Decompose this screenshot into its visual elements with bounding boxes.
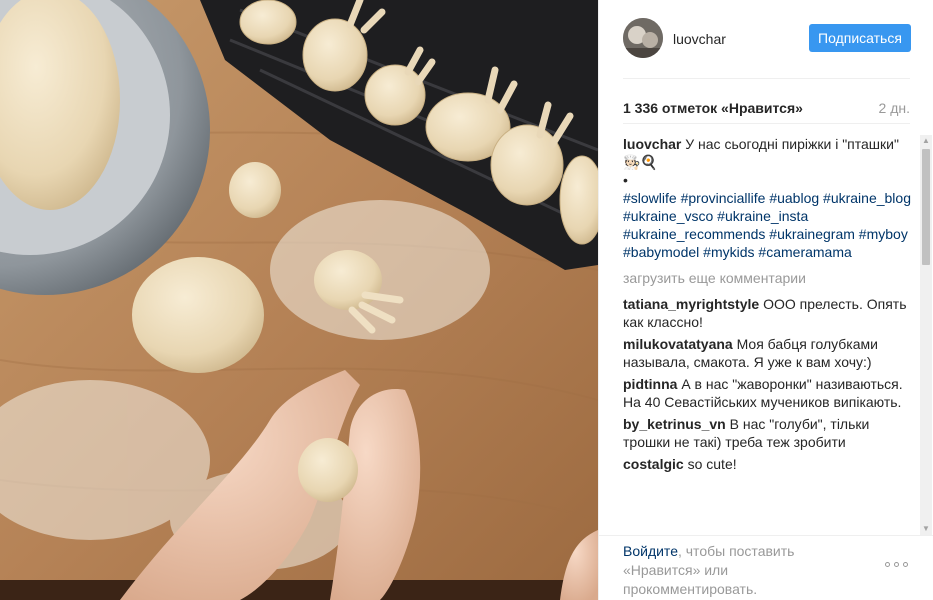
post-photo[interactable] [0, 0, 598, 600]
comment: tatiana_myrightstyle ООО прелесть. Опять… [623, 295, 913, 331]
comment-username-link[interactable]: costalgic [623, 456, 684, 472]
follow-button[interactable]: Подписаться [809, 24, 911, 52]
caption-username-link[interactable]: luovchar [623, 136, 681, 152]
comment-username-link[interactable]: by_ketrinus_vn [623, 416, 726, 432]
likes-count[interactable]: 1 336 отметок «Нравится» [623, 100, 803, 116]
hashtag-link[interactable]: #provinciallife [681, 190, 766, 206]
hashtag-link[interactable]: #cameramama [758, 244, 851, 260]
scroll-thumb[interactable] [922, 149, 930, 265]
photo-illustration [0, 0, 598, 600]
dot [885, 561, 890, 567]
caption-bullet: • [623, 172, 628, 188]
comment-username-link[interactable]: milukovatatyana [623, 336, 733, 352]
load-more-comments-link[interactable]: загрузить еще комментарии [623, 269, 913, 287]
hashtag-link[interactable]: #myboy [859, 226, 908, 242]
post-footer: Войдите, чтобы поставить «Нравится» или … [599, 535, 933, 600]
dot [894, 561, 899, 567]
hashtag-link[interactable]: #slowlife [623, 190, 677, 206]
comment: pidtinna А в нас "жаворонки" називаються… [623, 375, 913, 411]
likes-row: 1 336 отметок «Нравится» 2 дн. [623, 98, 910, 120]
comments-scrollbar[interactable]: ▲ ▼ [920, 135, 932, 535]
hashtag-link[interactable]: #ukraine_insta [717, 208, 808, 224]
comment-username-link[interactable]: tatiana_myrightstyle [623, 296, 759, 312]
avatar[interactable] [623, 18, 663, 58]
post-time[interactable]: 2 дн. [879, 100, 910, 116]
comment-username-link[interactable]: pidtinna [623, 376, 677, 392]
comment: milukovatatyana Моя бабця голубками назы… [623, 335, 913, 371]
caption-hashtags: #slowlife #provinciallife #uablog #ukrai… [623, 189, 913, 261]
hashtag-link[interactable]: #mykids [703, 244, 754, 260]
ellipsis-icon[interactable] [885, 558, 911, 570]
hashtag-link[interactable]: #ukrainegram [769, 226, 855, 242]
comments-list[interactable]: luovchar У нас сьогодні пиріжки і "пташк… [623, 135, 913, 535]
login-prompt: Войдите, чтобы поставить «Нравится» или … [623, 542, 853, 599]
avatar-image [623, 18, 663, 58]
scroll-up-icon[interactable]: ▲ [920, 135, 932, 147]
divider [623, 123, 910, 124]
post-header: luovchar Подписаться [599, 0, 933, 78]
comment-text: so cute! [687, 456, 737, 472]
hashtag-link[interactable]: #ukraine_recommends [623, 226, 765, 242]
comment: costalgic so cute! [623, 455, 913, 473]
hashtag-link[interactable]: #babymodel [623, 244, 699, 260]
instagram-post: luovchar Подписаться 1 336 отметок «Нрав… [0, 0, 933, 600]
scroll-down-icon[interactable]: ▼ [920, 523, 932, 535]
hashtag-link[interactable]: #ukraine_vsco [623, 208, 713, 224]
hashtag-link[interactable]: #uablog [769, 190, 819, 206]
login-link[interactable]: Войдите [623, 543, 678, 559]
comment: by_ketrinus_vn В нас "голуби", тільки тр… [623, 415, 913, 451]
header-username-link[interactable]: luovchar [673, 31, 726, 47]
dot [903, 561, 908, 567]
post-sidebar: luovchar Подписаться 1 336 отметок «Нрав… [598, 0, 933, 600]
hashtag-link[interactable]: #ukraine_blog [823, 190, 911, 206]
divider [623, 78, 910, 79]
post-caption: luovchar У нас сьогодні пиріжки і "пташк… [623, 135, 913, 261]
